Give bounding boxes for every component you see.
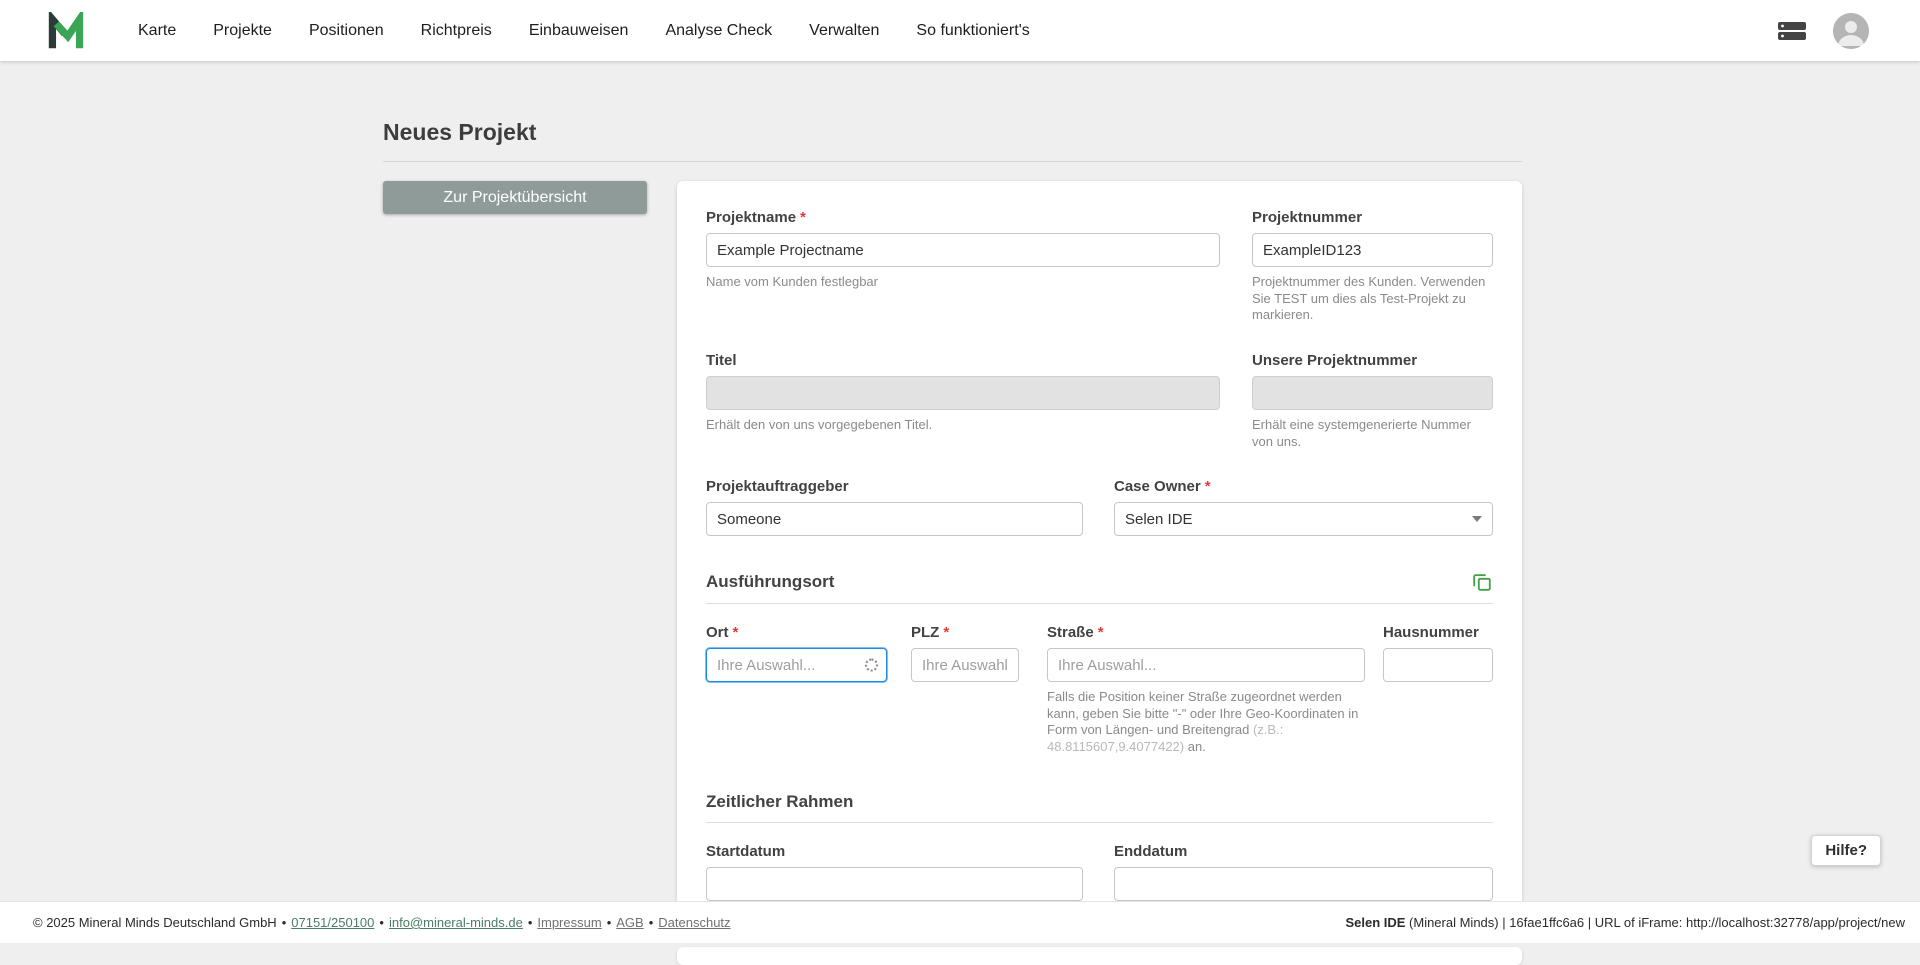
strasse-help-suffix: an.	[1184, 739, 1206, 754]
case-owner-label-text: Case Owner	[1114, 478, 1201, 495]
strasse-help: Falls die Position keiner Straße zugeord…	[1047, 689, 1365, 756]
projektname-label-text: Projektname	[706, 209, 796, 226]
nav-item-positionen[interactable]: Positionen	[309, 22, 384, 40]
projektauftraggeber-label: Projektauftraggeber	[706, 478, 1083, 495]
titel-label: Titel	[706, 352, 1220, 369]
ausfuehrungsort-heading: Ausführungsort	[706, 572, 834, 592]
server-icon[interactable]	[1777, 21, 1807, 41]
strasse-input[interactable]	[1047, 648, 1365, 682]
nav-item-einbauweisen[interactable]: Einbauweisen	[529, 22, 629, 40]
separator: •	[379, 915, 384, 930]
separator: •	[528, 915, 533, 930]
enddatum-input[interactable]	[1114, 867, 1493, 901]
section-divider	[706, 603, 1493, 604]
top-navbar: Karte Projekte Positionen Richtpreis Ein…	[0, 0, 1920, 61]
nav-item-karte[interactable]: Karte	[138, 22, 176, 40]
ort-input[interactable]	[706, 648, 887, 682]
required-marker: *	[1205, 478, 1211, 495]
projektname-label: Projektname*	[706, 209, 1220, 226]
strasse-help-text: Falls die Position keiner Straße zugeord…	[1047, 689, 1358, 737]
strasse-label-text: Straße	[1047, 624, 1094, 641]
session-info: (Mineral Minds) | 16fae1ffc6a6 | URL of …	[1405, 915, 1905, 930]
logo-m-icon	[46, 12, 86, 50]
main-area: Neues Projekt Zur Projektübersicht Proje…	[0, 61, 1920, 901]
required-marker: *	[943, 624, 949, 641]
session-user: Selen IDE	[1345, 915, 1405, 930]
separator: •	[282, 915, 287, 930]
loading-spinner-icon	[865, 659, 878, 672]
section-divider	[706, 822, 1493, 823]
zeitlicher-rahmen-heading: Zeitlicher Rahmen	[706, 792, 853, 812]
footer-right: Selen IDE (Mineral Minds) | 16fae1ffc6a6…	[1345, 915, 1905, 930]
projektnummer-label: Projektnummer	[1252, 209, 1493, 226]
projektauftraggeber-input[interactable]	[706, 502, 1083, 536]
projektname-help: Name vom Kunden festlegbar	[706, 274, 1220, 291]
projektname-input[interactable]	[706, 233, 1220, 267]
hausnummer-input[interactable]	[1383, 648, 1493, 682]
unsere-projektnummer-label: Unsere Projektnummer	[1252, 352, 1493, 369]
nav-item-projekte[interactable]: Projekte	[213, 22, 272, 40]
unsere-projektnummer-input	[1252, 376, 1493, 410]
required-marker: *	[1098, 624, 1104, 641]
case-owner-selected-value: Selen IDE	[1125, 511, 1193, 528]
datenschutz-link[interactable]: Datenschutz	[658, 915, 730, 930]
hausnummer-label: Hausnummer	[1383, 624, 1493, 641]
case-owner-select[interactable]: Selen IDE	[1114, 502, 1493, 536]
nav-item-richtpreis[interactable]: Richtpreis	[421, 22, 492, 40]
impressum-link[interactable]: Impressum	[537, 915, 601, 930]
startdatum-input[interactable]	[706, 867, 1083, 901]
phone-link[interactable]: 07151/250100	[291, 915, 374, 930]
strasse-label: Straße*	[1047, 624, 1365, 641]
projektnummer-help: Projektnummer des Kunden. Verwenden Sie …	[1252, 274, 1493, 324]
copy-icon[interactable]	[1471, 571, 1493, 593]
projektnummer-input[interactable]	[1252, 233, 1493, 267]
title-divider	[383, 161, 1522, 162]
plz-label-text: PLZ	[911, 624, 939, 641]
plz-label: PLZ*	[911, 624, 1019, 641]
nav-menu: Karte Projekte Positionen Richtpreis Ein…	[138, 22, 1030, 40]
footer-left: © 2025 Mineral Minds Deutschland GmbH • …	[33, 915, 731, 930]
back-to-project-overview-button[interactable]: Zur Projektübersicht	[383, 181, 647, 214]
avatar[interactable]	[1833, 13, 1869, 49]
chevron-down-icon	[1472, 516, 1482, 522]
separator: •	[649, 915, 654, 930]
nav-item-analyse-check[interactable]: Analyse Check	[665, 22, 772, 40]
footer: © 2025 Mineral Minds Deutschland GmbH • …	[0, 901, 1920, 943]
agb-link[interactable]: AGB	[616, 915, 643, 930]
nav-item-verwalten[interactable]: Verwalten	[809, 22, 879, 40]
titel-help: Erhält den von uns vorgegebenen Titel.	[706, 417, 1220, 434]
help-button[interactable]: Hilfe?	[1811, 835, 1881, 866]
new-project-form-card: Projektname* Name vom Kunden festlegbar …	[677, 181, 1522, 930]
enddatum-label: Enddatum	[1114, 843, 1493, 860]
brand-logo[interactable]	[46, 12, 86, 50]
ort-label-text: Ort	[706, 624, 729, 641]
nav-item-so-funktionierts[interactable]: So funktioniert's	[916, 22, 1029, 40]
titel-input	[706, 376, 1220, 410]
plz-input[interactable]	[911, 648, 1019, 682]
startdatum-label: Startdatum	[706, 843, 1083, 860]
ort-label: Ort*	[706, 624, 887, 641]
required-marker: *	[733, 624, 739, 641]
page-title: Neues Projekt	[383, 119, 1522, 146]
copyright-text: © 2025 Mineral Minds Deutschland GmbH	[33, 915, 277, 930]
navbar-right	[1777, 13, 1869, 49]
email-link[interactable]: info@mineral-minds.de	[389, 915, 523, 930]
unsere-projektnummer-help: Erhält eine systemgenerierte Nummer von …	[1252, 417, 1493, 450]
case-owner-label: Case Owner*	[1114, 478, 1493, 495]
required-marker: *	[800, 209, 806, 226]
separator: •	[607, 915, 612, 930]
next-card-peek	[677, 947, 1522, 965]
